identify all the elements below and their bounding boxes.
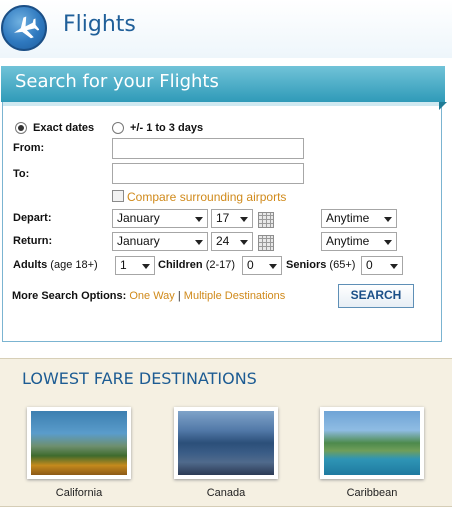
search-button[interactable]: SEARCH bbox=[338, 284, 414, 308]
airplane-icon bbox=[1, 5, 47, 51]
depart-day-select[interactable]: 17 bbox=[211, 209, 253, 228]
depart-time-value: Anytime bbox=[326, 211, 370, 225]
flexible-dates-radio[interactable] bbox=[112, 122, 124, 134]
exact-dates-label: Exact dates bbox=[33, 122, 95, 134]
children-label: Children (2-17) bbox=[158, 259, 236, 271]
return-day-select[interactable]: 24 bbox=[211, 232, 253, 251]
return-day-value: 24 bbox=[216, 234, 230, 248]
depart-month-select[interactable]: January bbox=[112, 209, 208, 228]
chevron-down-icon bbox=[240, 240, 248, 245]
compare-airports-label: Compare surrounding airports bbox=[127, 190, 287, 204]
return-label: Return: bbox=[13, 235, 53, 247]
from-input[interactable] bbox=[112, 138, 304, 159]
destination-california[interactable]: California bbox=[27, 487, 131, 499]
depart-time-select[interactable]: Anytime bbox=[321, 209, 397, 228]
destination-caribbean[interactable]: Caribbean bbox=[320, 487, 424, 499]
seniors-value: 0 bbox=[366, 258, 373, 272]
seniors-select[interactable]: 0 bbox=[361, 256, 403, 275]
adults-select[interactable]: 1 bbox=[115, 256, 155, 275]
chevron-down-icon bbox=[269, 264, 277, 269]
return-month-select[interactable]: January bbox=[112, 232, 208, 251]
seniors-label: Seniors (65+) bbox=[286, 259, 356, 271]
flexible-dates-label: +/- 1 to 3 days bbox=[130, 122, 204, 134]
return-time-select[interactable]: Anytime bbox=[321, 232, 397, 251]
return-time-value: Anytime bbox=[326, 234, 370, 248]
page-title: Flights bbox=[63, 12, 136, 37]
lowest-fare-section: LOWEST FARE DESTINATIONS California Cana… bbox=[0, 358, 452, 506]
canada-photo[interactable] bbox=[174, 407, 278, 479]
multiple-destinations-link[interactable]: Multiple Destinations bbox=[184, 290, 286, 302]
chevron-down-icon bbox=[390, 264, 398, 269]
exact-dates-radio[interactable] bbox=[15, 122, 27, 134]
depart-month-value: January bbox=[117, 211, 160, 225]
return-month-value: January bbox=[117, 234, 160, 248]
adults-value: 1 bbox=[120, 258, 127, 272]
to-input[interactable] bbox=[112, 163, 304, 184]
chevron-down-icon bbox=[384, 240, 392, 245]
depart-label: Depart: bbox=[13, 212, 52, 224]
search-panel-heading: Search for your Flights bbox=[1, 66, 447, 110]
depart-day-value: 17 bbox=[216, 211, 230, 225]
to-label: To: bbox=[13, 168, 30, 180]
chevron-down-icon bbox=[240, 217, 248, 222]
caribbean-photo[interactable] bbox=[320, 407, 424, 479]
more-search-options: More Search Options: One Way | Multiple … bbox=[12, 290, 286, 302]
lowest-fare-title: LOWEST FARE DESTINATIONS bbox=[22, 369, 257, 388]
one-way-link[interactable]: One Way bbox=[129, 290, 174, 302]
compare-airports-checkbox[interactable] bbox=[112, 190, 124, 202]
adults-label: Adults (age 18+) bbox=[13, 259, 98, 271]
destination-canada[interactable]: Canada bbox=[174, 487, 278, 499]
california-photo[interactable] bbox=[27, 407, 131, 479]
depart-calendar-icon[interactable] bbox=[258, 212, 274, 228]
from-label: From: bbox=[13, 142, 45, 154]
chevron-down-icon bbox=[195, 240, 203, 245]
return-calendar-icon[interactable] bbox=[258, 235, 274, 251]
children-select[interactable]: 0 bbox=[242, 256, 282, 275]
page-header: Flights bbox=[0, 0, 452, 58]
children-value: 0 bbox=[247, 258, 254, 272]
more-options-label: More Search Options: bbox=[12, 290, 127, 302]
chevron-down-icon bbox=[195, 217, 203, 222]
chevron-down-icon bbox=[142, 264, 150, 269]
chevron-down-icon bbox=[384, 217, 392, 222]
